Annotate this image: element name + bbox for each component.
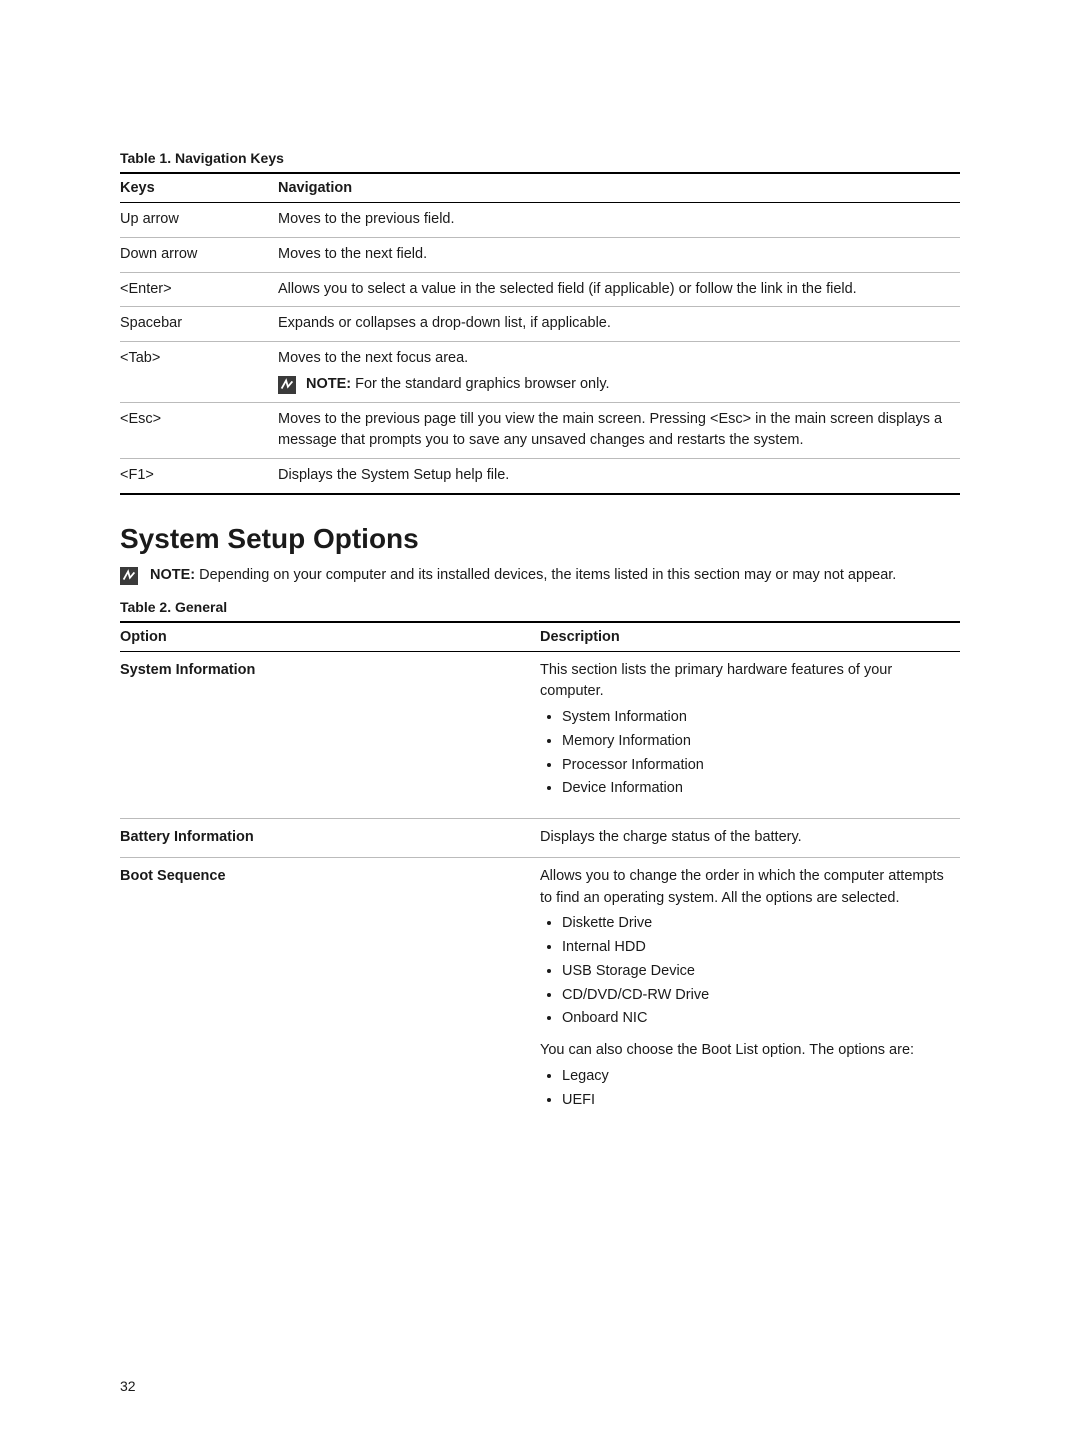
table-row: System Information This section lists th… [120,651,960,819]
nav-cell: Moves to the previous field. [278,203,960,238]
table2-caption: Table 2. General [120,599,960,615]
bullet-list: Diskette Drive Internal HDD USB Storage … [540,913,952,1030]
table-row: <Tab> Moves to the next focus area. NOTE… [120,342,960,403]
table1-caption: Table 1. Navigation Keys [120,150,960,166]
list-item: Onboard NIC [562,1008,952,1030]
key-cell: <Tab> [120,342,278,403]
list-item: Diskette Drive [562,913,952,935]
note-text: NOTE: For the standard graphics browser … [306,374,610,396]
list-item: Memory Information [562,731,952,753]
list-item: Internal HDD [562,937,952,959]
header-description: Description [540,622,960,652]
table-row: Battery Information Displays the charge … [120,819,960,858]
table-row: Spacebar Expands or collapses a drop-dow… [120,307,960,342]
section-heading: System Setup Options [120,523,960,555]
nav-cell: Moves to the previous page till you view… [278,402,960,459]
key-cell: <F1> [120,459,278,494]
list-item: System Information [562,707,952,729]
list-item: Processor Information [562,755,952,777]
table-row: Down arrow Moves to the next field. [120,237,960,272]
desc-cell: Displays the charge status of the batter… [540,819,960,858]
option-cell: System Information [120,651,540,819]
bullet-list: System Information Memory Information Pr… [540,707,952,800]
navigation-keys-table: Keys Navigation Up arrow Moves to the pr… [120,172,960,495]
header-navigation: Navigation [278,173,960,203]
list-item: USB Storage Device [562,961,952,983]
desc-cell: Allows you to change the order in which … [540,857,960,1129]
list-item: CD/DVD/CD-RW Drive [562,985,952,1007]
general-table: Option Description System Information Th… [120,621,960,1130]
key-cell: Up arrow [120,203,278,238]
note-icon [278,376,296,394]
header-option: Option [120,622,540,652]
desc-text: You can also choose the Boot List option… [540,1040,952,1062]
note-body: For the standard graphics browser only. [351,376,609,392]
key-cell: Spacebar [120,307,278,342]
table-row: <F1> Displays the System Setup help file… [120,459,960,494]
header-keys: Keys [120,173,278,203]
note-label: NOTE: [306,376,351,392]
list-item: Device Information [562,778,952,800]
desc-text: This section lists the primary hardware … [540,660,952,704]
table-row: <Esc> Moves to the previous page till yo… [120,402,960,459]
nav-cell: Expands or collapses a drop-down list, i… [278,307,960,342]
key-cell: <Enter> [120,272,278,307]
note-label: NOTE: [150,567,195,583]
note-icon [120,567,138,585]
nav-text: Moves to the next focus area. [278,350,468,366]
page-number: 32 [120,1378,136,1394]
key-cell: Down arrow [120,237,278,272]
nav-cell: Moves to the next field. [278,237,960,272]
table-row: Boot Sequence Allows you to change the o… [120,857,960,1129]
bullet-list: Legacy UEFI [540,1066,952,1112]
table-row: Up arrow Moves to the previous field. [120,203,960,238]
option-cell: Battery Information [120,819,540,858]
desc-text: Allows you to change the order in which … [540,866,952,910]
nav-cell: Moves to the next focus area. NOTE: For … [278,342,960,403]
option-cell: Boot Sequence [120,857,540,1129]
desc-cell: This section lists the primary hardware … [540,651,960,819]
section-note: NOTE: Depending on your computer and its… [120,565,960,587]
list-item: UEFI [562,1090,952,1112]
nav-cell: Displays the System Setup help file. [278,459,960,494]
note-text: NOTE: Depending on your computer and its… [150,565,896,587]
note-body: Depending on your computer and its insta… [195,567,896,583]
nav-cell: Allows you to select a value in the sele… [278,272,960,307]
list-item: Legacy [562,1066,952,1088]
key-cell: <Esc> [120,402,278,459]
table-row: <Enter> Allows you to select a value in … [120,272,960,307]
